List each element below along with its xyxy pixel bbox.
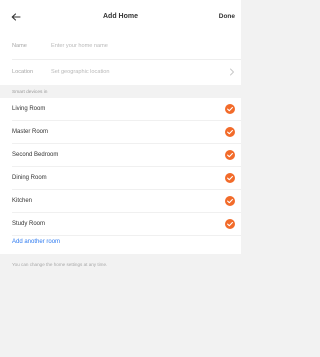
page-title: Add Home — [103, 13, 138, 20]
home-info-form: Name Location Set geographic location — [0, 33, 241, 85]
room-label: Second Bedroom — [12, 152, 59, 158]
check-circle-icon[interactable] — [225, 104, 235, 114]
room-item-living-room[interactable]: Living Room — [0, 98, 241, 121]
check-circle-icon[interactable] — [225, 219, 235, 229]
check-circle-icon[interactable] — [225, 196, 235, 206]
section-label: Smart devices in — [12, 90, 48, 95]
room-item-kitchen[interactable]: Kitchen — [0, 190, 241, 213]
divider — [12, 235, 241, 236]
room-label: Master Room — [12, 129, 49, 135]
room-item-second-bedroom[interactable]: Second Bedroom — [0, 144, 241, 167]
location-label: Location — [12, 69, 34, 75]
header-bar: Add Home Done — [0, 0, 241, 33]
location-row[interactable]: Location Set geographic location — [0, 59, 241, 85]
done-button[interactable]: Done — [219, 13, 235, 20]
home-name-input[interactable] — [51, 43, 201, 49]
location-value: Set geographic location — [51, 69, 110, 75]
room-list: Living Room Master Room Second Bedroom D… — [0, 98, 241, 254]
name-label: Name — [12, 43, 27, 49]
room-label: Dining Room — [12, 175, 47, 181]
add-another-room-link[interactable]: Add another room — [12, 239, 60, 245]
room-item-master-room[interactable]: Master Room — [0, 121, 241, 144]
room-label: Kitchen — [12, 198, 33, 204]
room-item-dining-room[interactable]: Dining Room — [0, 167, 241, 190]
check-circle-icon[interactable] — [225, 127, 235, 137]
room-label: Study Room — [12, 221, 46, 227]
check-circle-icon[interactable] — [225, 173, 235, 183]
name-row: Name — [0, 33, 241, 60]
add-home-screen: Add Home Done Name Location Set geograph… — [0, 0, 241, 357]
check-circle-icon[interactable] — [225, 150, 235, 160]
chevron-right-icon — [230, 68, 234, 76]
room-label: Living Room — [12, 106, 46, 112]
settings-hint: You can change the home settings at any … — [12, 262, 108, 267]
room-item-study-room[interactable]: Study Room — [0, 213, 241, 236]
